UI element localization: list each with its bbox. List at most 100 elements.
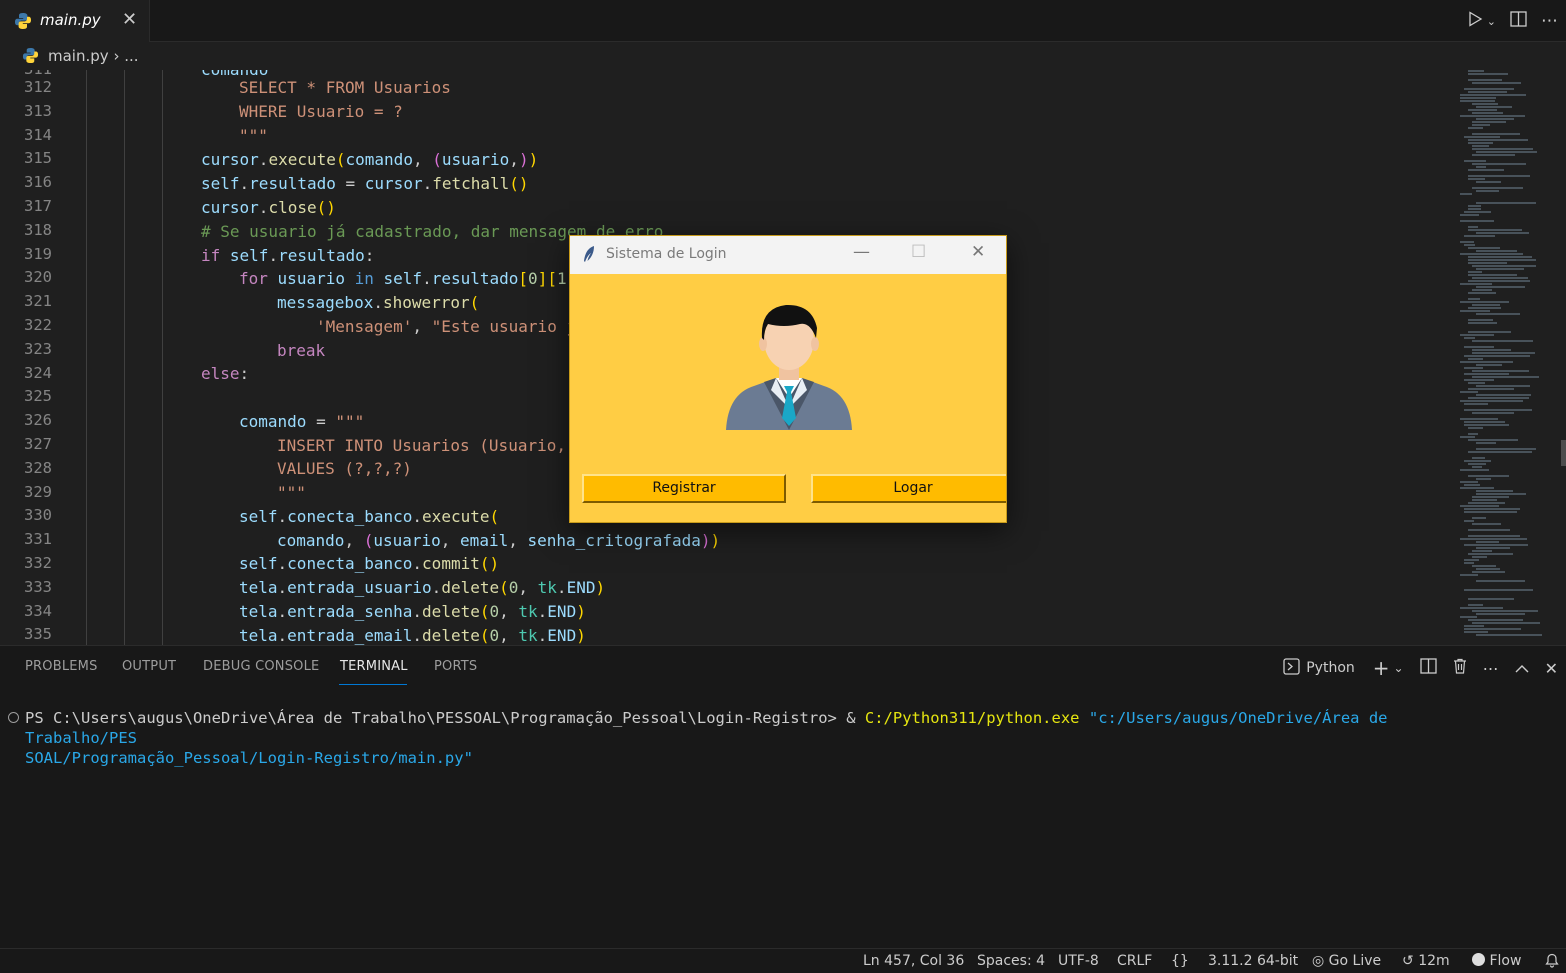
minimap-line [1464, 160, 1486, 162]
minimap-line [1468, 142, 1493, 144]
split-terminal-icon[interactable] [1419, 658, 1437, 678]
minimap-line [1472, 289, 1492, 291]
tab-main-py[interactable]: main.py ✕ [0, 0, 150, 42]
line-number: 333 [24, 577, 52, 596]
minimap-line [1472, 499, 1497, 501]
minimap-line [1476, 166, 1486, 168]
minimap-line [1476, 493, 1526, 495]
minimap-line [1460, 253, 1523, 255]
minimap-line [1464, 379, 1494, 381]
scrollbar-thumb[interactable] [1561, 440, 1566, 466]
minimap-line [1464, 589, 1533, 591]
dialog-titlebar[interactable]: Sistema de Login — ☐ ✕ [570, 236, 1006, 274]
maximize-panel-icon[interactable] [1515, 659, 1529, 678]
close-icon[interactable]: ✕ [971, 242, 985, 262]
minimap-line [1460, 193, 1472, 195]
minimap-line [1468, 475, 1509, 477]
minimap-line [1472, 163, 1526, 165]
breadcrumb-symbol[interactable]: ... [124, 47, 138, 65]
minimap-line [1468, 208, 1481, 210]
python-file-icon [22, 47, 39, 68]
bell-icon[interactable] [1545, 953, 1559, 972]
more-actions-icon[interactable]: ⋯ [1483, 659, 1499, 678]
breadcrumb-file[interactable]: main.py › ... [48, 47, 139, 65]
line-number: 317 [24, 197, 52, 215]
minimap-line [1468, 463, 1486, 465]
minimap-line [1476, 118, 1514, 120]
login-button[interactable]: Logar [811, 474, 1006, 503]
minimap-line [1460, 391, 1478, 393]
minimap-line [1460, 241, 1474, 243]
minimap-line [1464, 355, 1530, 357]
close-panel-icon[interactable]: ✕ [1545, 659, 1558, 678]
minimap-line [1468, 178, 1485, 180]
code-line: """ [277, 483, 306, 502]
minimap-line [1460, 418, 1498, 420]
minimap-line [1460, 400, 1523, 402]
line-number: 319 [24, 244, 52, 263]
terminal-shell-label[interactable]: Python [1306, 660, 1355, 676]
line-number: 324 [24, 363, 52, 382]
line-number: 316 [24, 173, 52, 192]
minimap-line [1468, 382, 1485, 384]
terminal-icon[interactable] [1283, 657, 1300, 679]
minimap-line [1468, 169, 1504, 171]
minimap-line [1472, 277, 1528, 279]
status-golive[interactable]: ◎ Go Live [1312, 953, 1381, 969]
split-editor-icon[interactable] [1510, 10, 1527, 32]
maximize-icon[interactable]: ☐ [911, 242, 926, 262]
code-line: self.conecta_banco.commit() [239, 554, 500, 573]
tab-debug-console[interactable]: DEBUG CONSOLE [203, 659, 319, 674]
trash-icon[interactable] [1453, 658, 1467, 678]
minimap-line [1472, 121, 1506, 123]
minimap-line [1468, 604, 1483, 606]
panel-actions: Python + ⌄ ⋯ ✕ [1283, 656, 1566, 680]
terminal-output[interactable]: PS C:\Users\augus\OneDrive\Área de Traba… [25, 708, 1505, 768]
line-number: 330 [24, 506, 52, 525]
status-cursor-position[interactable]: Ln 457, Col 36 [863, 953, 964, 969]
minimap-line [1468, 205, 1481, 207]
minimap-line [1472, 103, 1498, 105]
minimap-line [1460, 310, 1490, 312]
minimap-line [1476, 250, 1517, 252]
minimap-line [1472, 370, 1529, 372]
chevron-down-icon[interactable]: ⌄ [1394, 661, 1404, 675]
status-interpreter[interactable]: 3.11.2 64-bit [1208, 953, 1298, 969]
python-file-icon [14, 12, 32, 34]
add-terminal-icon[interactable]: + [1373, 656, 1390, 680]
register-button[interactable]: Registrar [582, 474, 786, 503]
minimap-line [1460, 283, 1492, 285]
tab-terminal[interactable]: TERMINAL [340, 659, 408, 674]
minimap-line [1468, 535, 1520, 537]
status-indentation[interactable]: Spaces: 4 [977, 953, 1045, 969]
status-eol[interactable]: CRLF [1117, 953, 1152, 969]
tab-ports[interactable]: PORTS [434, 659, 477, 674]
minimap-line [1472, 457, 1485, 459]
minimize-icon[interactable]: — [853, 242, 870, 262]
run-icon[interactable] [1467, 10, 1483, 32]
minimap-line [1464, 520, 1474, 522]
chevron-down-icon[interactable]: ⌄ [1487, 15, 1496, 28]
minimap-line [1464, 235, 1495, 237]
status-flow[interactable]: Flow [1472, 953, 1521, 969]
line-number: 335 [24, 625, 52, 644]
minimap-line [1472, 571, 1505, 573]
status-encoding[interactable]: UTF-8 [1058, 953, 1099, 969]
status-timer[interactable]: ↺ 12m [1402, 953, 1450, 969]
minimap-line [1468, 127, 1483, 129]
tab-problems[interactable]: PROBLEMS [25, 659, 98, 674]
tab-output[interactable]: OUTPUT [122, 659, 176, 674]
minimap-line [1468, 73, 1508, 75]
line-number: 318 [24, 220, 52, 239]
minimap-line [1468, 358, 1483, 360]
close-icon[interactable]: ✕ [122, 9, 137, 30]
minimap-line [1476, 190, 1499, 192]
minimap-line [1468, 259, 1536, 261]
panel-tabs: PROBLEMS OUTPUT DEBUG CONSOLE TERMINAL P… [0, 646, 1566, 690]
minimap-line [1468, 397, 1529, 399]
terminal-prompt: PS C:\Users\augus\OneDrive\Área de Traba… [25, 709, 847, 727]
status-language-braces[interactable]: {} [1171, 953, 1189, 969]
more-actions-icon[interactable]: ⋯ [1541, 11, 1558, 31]
minimap-line [1460, 100, 1495, 102]
minimap[interactable] [1456, 70, 1566, 645]
